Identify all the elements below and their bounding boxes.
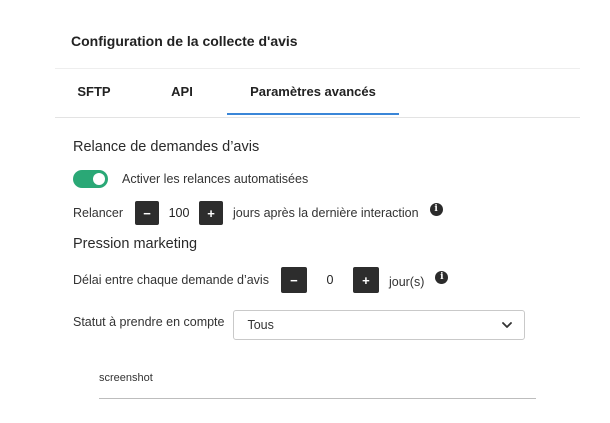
tab-api[interactable]: API	[147, 69, 217, 115]
page-title: Configuration de la collecte d'avis	[71, 33, 298, 49]
relance-decrement-button[interactable]: −	[135, 201, 160, 225]
relance-increment-button[interactable]: +	[199, 201, 224, 225]
delay-stepper: − +	[280, 267, 379, 293]
toggle-knob	[93, 173, 105, 185]
toggle-row: Activer les relances automatisées	[73, 169, 308, 189]
delay-days-input[interactable]	[306, 267, 353, 293]
delay-suffix-label: jour(s)	[388, 275, 425, 289]
tab-sftp[interactable]: SFTP	[55, 69, 133, 115]
relance-prefix-label: Relancer	[73, 206, 124, 220]
delay-increment-button[interactable]: +	[352, 267, 379, 293]
tab-bar: SFTP API Paramètres avancés	[55, 68, 580, 118]
section-title-relance: Relance de demandes d’avis	[73, 139, 260, 155]
delay-label: Délai entre chaque demande d’avis	[73, 273, 269, 287]
relance-row: Relancer − + jours après la dernière int…	[73, 201, 443, 225]
status-row: Statut à prendre en compte Tous	[73, 309, 526, 341]
delay-decrement-button[interactable]: −	[280, 267, 307, 293]
relance-stepper: − +	[135, 201, 224, 225]
chevron-down-icon	[502, 321, 513, 328]
screenshot-field	[99, 366, 536, 399]
active-tab-indicator	[227, 113, 399, 115]
auto-reminder-toggle[interactable]	[73, 170, 108, 188]
relance-suffix-label: jours après la dernière interaction	[233, 206, 419, 220]
info-icon[interactable]: i	[435, 270, 449, 284]
toggle-label: Activer les relances automatisées	[122, 172, 309, 186]
screenshot-input[interactable]	[99, 366, 536, 390]
status-label: Statut à prendre en compte	[73, 315, 225, 329]
settings-page: Configuration de la collecte d'avis SFTP…	[0, 0, 610, 423]
status-select[interactable]: Tous	[233, 310, 526, 340]
info-icon[interactable]: i	[429, 202, 443, 216]
section-title-pression: Pression marketing	[73, 236, 198, 252]
delay-row: Délai entre chaque demande d’avis − + jo…	[73, 267, 449, 293]
tab-advanced-settings[interactable]: Paramètres avancés	[227, 69, 399, 115]
relance-days-input[interactable]	[159, 201, 200, 225]
status-select-value: Tous	[247, 318, 274, 332]
